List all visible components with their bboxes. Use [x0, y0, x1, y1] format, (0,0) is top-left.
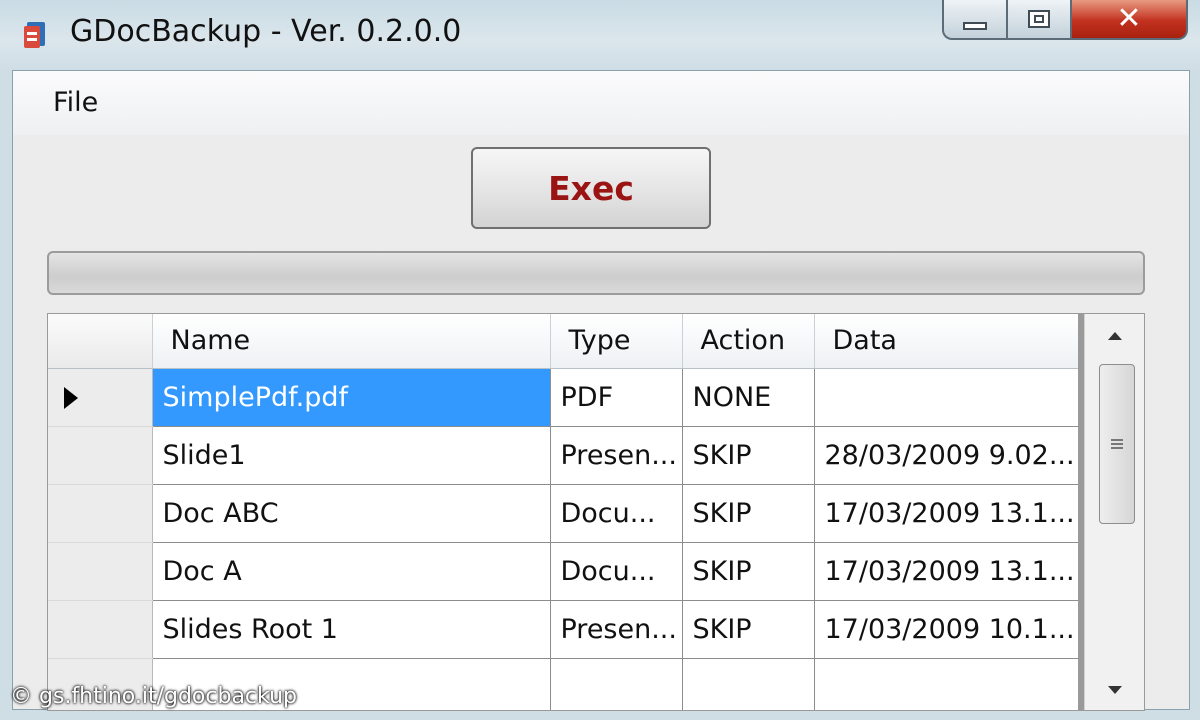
exec-button-label: Exec: [548, 168, 634, 208]
cell-type[interactable]: PDF: [550, 368, 683, 427]
cell-name[interactable]: Slide1: [152, 426, 551, 485]
cell-data[interactable]: 17/03/2009 13.1...: [814, 484, 1079, 543]
cell-name[interactable]: Doc A: [152, 542, 551, 601]
menu-file[interactable]: File: [53, 87, 98, 118]
row-header[interactable]: [48, 600, 153, 659]
table-row[interactable]: SimplePdf.pdf PDF NONE: [48, 368, 1079, 427]
cell-action[interactable]: [682, 658, 815, 710]
minimize-icon: [963, 22, 987, 30]
title-bar[interactable]: GDocBackup - Ver. 0.2.0.0 ✕: [0, 0, 1200, 70]
app-icon: [24, 22, 45, 48]
documents-grid: Name Type Action Data SimplePdf.pdf PDF …: [47, 313, 1145, 711]
table-row[interactable]: Doc A Docu... SKIP 17/03/2009 13.1...: [48, 542, 1079, 601]
menu-bar: File: [13, 71, 1189, 135]
maximize-button[interactable]: [1006, 0, 1072, 40]
vertical-scrollbar[interactable]: [1084, 314, 1144, 710]
table-row[interactable]: Slide1 Presen... SKIP 28/03/2009 9.02...: [48, 426, 1079, 485]
cell-action[interactable]: SKIP: [682, 426, 815, 485]
close-button[interactable]: ✕: [1070, 0, 1188, 40]
table-row[interactable]: Slides Root 1 Presen... SKIP 17/03/2009 …: [48, 600, 1079, 659]
row-header[interactable]: [48, 368, 153, 427]
column-header-type[interactable]: Type: [550, 314, 683, 369]
cell-action[interactable]: SKIP: [682, 484, 815, 543]
current-row-arrow-icon: [64, 386, 78, 409]
progress-bar: [47, 251, 1145, 295]
cell-type[interactable]: Docu...: [550, 484, 683, 543]
watermark-text: © gs.fhtino.it/gdocbackup: [10, 684, 297, 709]
cell-type[interactable]: [550, 658, 683, 710]
cell-data[interactable]: 17/03/2009 13.1...: [814, 542, 1079, 601]
column-header-action[interactable]: Action: [682, 314, 815, 369]
cell-type[interactable]: Presen...: [550, 426, 683, 485]
maximize-icon: [1028, 10, 1050, 28]
minimize-button[interactable]: [942, 0, 1008, 40]
scroll-thumb[interactable]: [1099, 364, 1135, 524]
row-header-corner: [48, 314, 153, 369]
table-row[interactable]: Doc ABC Docu... SKIP 17/03/2009 13.1...: [48, 484, 1079, 543]
row-header[interactable]: [48, 542, 153, 601]
cell-action[interactable]: NONE: [682, 368, 815, 427]
cell-type[interactable]: Docu...: [550, 542, 683, 601]
cell-data[interactable]: [814, 368, 1079, 427]
cell-name[interactable]: Doc ABC: [152, 484, 551, 543]
exec-button[interactable]: Exec: [471, 147, 711, 229]
client-area: File Exec Name Type Action Data SimplePd…: [12, 70, 1190, 711]
cell-action[interactable]: SKIP: [682, 542, 815, 601]
scroll-down-button[interactable]: [1085, 668, 1144, 710]
cell-data[interactable]: 28/03/2009 9.02...: [814, 426, 1079, 485]
row-header[interactable]: [48, 484, 153, 543]
cell-name[interactable]: SimplePdf.pdf: [152, 368, 551, 427]
grid-header-row: Name Type Action Data: [48, 314, 1079, 369]
cell-type[interactable]: Presen...: [550, 600, 683, 659]
cell-name[interactable]: Slides Root 1: [152, 600, 551, 659]
arrow-down-icon: [1108, 686, 1122, 694]
app-window: GDocBackup - Ver. 0.2.0.0 ✕ File Exec Na…: [0, 0, 1200, 720]
grip-icon: [1111, 439, 1123, 449]
cell-action[interactable]: SKIP: [682, 600, 815, 659]
cell-data[interactable]: [814, 658, 1079, 710]
close-icon: ✕: [1116, 1, 1142, 36]
row-header[interactable]: [48, 426, 153, 485]
column-header-name[interactable]: Name: [152, 314, 551, 369]
scroll-up-button[interactable]: [1085, 314, 1144, 358]
window-title: GDocBackup - Ver. 0.2.0.0: [70, 14, 462, 49]
arrow-up-icon: [1108, 332, 1122, 340]
cell-data[interactable]: 17/03/2009 10.1...: [814, 600, 1079, 659]
column-header-data[interactable]: Data: [814, 314, 1079, 369]
